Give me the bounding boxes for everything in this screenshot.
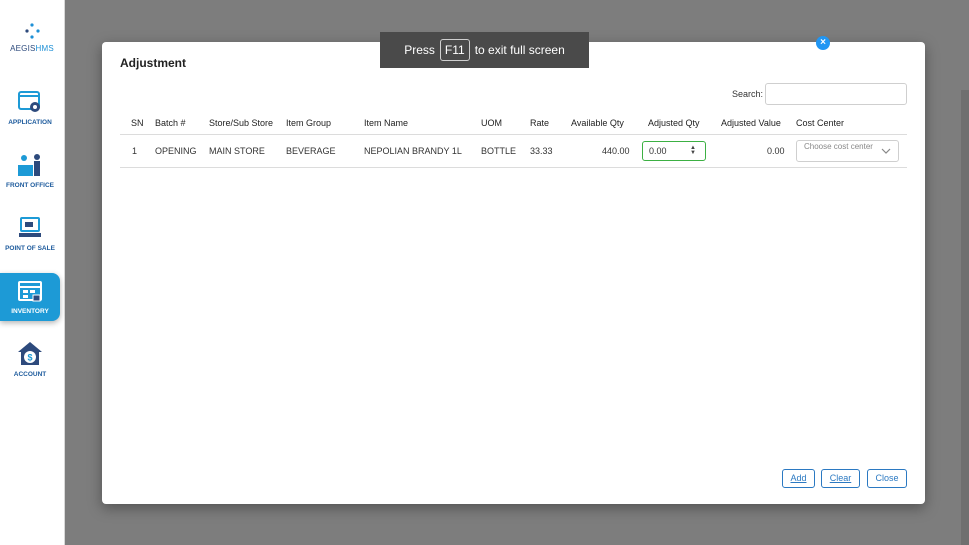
cell-sn: 1: [132, 146, 138, 156]
page-scrollbar[interactable]: [961, 90, 969, 545]
adjusted-qty-input[interactable]: 0.00 ▲ ▼: [642, 141, 706, 161]
sidebar-item-label: ACCOUNT: [13, 371, 47, 378]
column-header-adjusted-qty: Adjusted Qty: [648, 118, 700, 128]
point-of-sale-icon: [19, 217, 41, 237]
sidebar-item-application[interactable]: APPLICATION: [0, 88, 60, 138]
stepper-arrows-icon[interactable]: ▲ ▼: [690, 145, 696, 156]
table-row: 1 OPENING MAIN STORE BEVERAGE NEPOLIAN B…: [120, 135, 907, 168]
search-input[interactable]: [765, 83, 907, 105]
column-header-adjusted-value: Adjusted Value: [721, 118, 781, 128]
search-label: Search:: [732, 89, 764, 99]
cell-adjusted-value: 0.00: [767, 146, 785, 156]
app-logo: AEGISHMS: [0, 22, 64, 53]
sidebar-item-label: FRONT OFFICE: [5, 182, 55, 189]
cell-uom: BOTTLE: [481, 146, 517, 156]
column-header-item-group: Item Group: [286, 118, 332, 128]
adjustment-table: SN Batch # Store/Sub Store Item Group It…: [120, 114, 907, 168]
sidebar-item-front-office[interactable]: FRONT OFFICE: [0, 151, 60, 201]
sidebar-item-label: INVENTORY: [11, 308, 49, 315]
account-icon: $: [18, 342, 42, 365]
add-button[interactable]: Add: [782, 469, 815, 488]
modal-title: Adjustment: [120, 56, 186, 70]
column-header-available-qty: Available Qty: [571, 118, 624, 128]
svg-text:$: $: [27, 353, 32, 363]
cell-rate: 33.33: [530, 146, 553, 156]
column-header-uom: UOM: [481, 118, 502, 128]
cost-center-select[interactable]: Choose cost center: [796, 140, 899, 162]
fullscreen-notice: Press F11 to exit full screen: [380, 32, 589, 68]
sidebar: AEGISHMS APPLICATION FRONT OFFICE POINT …: [0, 0, 65, 545]
close-button[interactable]: Close: [867, 469, 907, 488]
column-header-cost-center: Cost Center: [796, 118, 845, 128]
table-header: SN Batch # Store/Sub Store Item Group It…: [120, 114, 907, 135]
chevron-down-icon: [881, 148, 891, 154]
column-header-batch: Batch #: [155, 118, 186, 128]
cell-available-qty: 440.00: [602, 146, 630, 156]
fullscreen-notice-key: F11: [439, 39, 470, 61]
sidebar-item-account[interactable]: $ ACCOUNT: [0, 340, 60, 390]
logo-icon: [25, 23, 40, 39]
logo-text: AEGISHMS: [10, 44, 54, 53]
modal-close-icon[interactable]: ×: [816, 36, 830, 50]
clear-button[interactable]: Clear: [821, 469, 860, 488]
application-icon: [18, 91, 40, 112]
cost-center-placeholder: Choose cost center: [804, 142, 873, 151]
sidebar-item-label: APPLICATION: [8, 119, 52, 126]
fullscreen-notice-prefix: Press: [404, 43, 435, 57]
adjusted-qty-value: 0.00: [649, 146, 667, 156]
background-footer: [64, 517, 969, 545]
sidebar-item-label: POINT OF SALE: [5, 245, 55, 252]
column-header-sn: SN: [131, 118, 144, 128]
fullscreen-notice-suffix: to exit full screen: [474, 43, 565, 57]
background-topbar: [64, 0, 969, 36]
cell-item-group: BEVERAGE: [286, 146, 336, 156]
cell-batch: OPENING: [155, 146, 197, 156]
adjustment-modal: Adjustment Search: SN Batch # Store/Sub …: [102, 42, 925, 504]
column-header-item-name: Item Name: [364, 118, 409, 128]
column-header-store: Store/Sub Store: [209, 118, 274, 128]
column-header-rate: Rate: [530, 118, 550, 128]
cell-store: MAIN STORE: [209, 146, 265, 156]
cell-item-name: NEPOLIAN BRANDY 1L: [364, 146, 462, 156]
sidebar-item-inventory[interactable]: INVENTORY: [0, 273, 60, 321]
front-office-icon: [18, 154, 40, 176]
inventory-icon: [18, 281, 42, 302]
sidebar-item-point-of-sale[interactable]: POINT OF SALE: [0, 214, 60, 264]
